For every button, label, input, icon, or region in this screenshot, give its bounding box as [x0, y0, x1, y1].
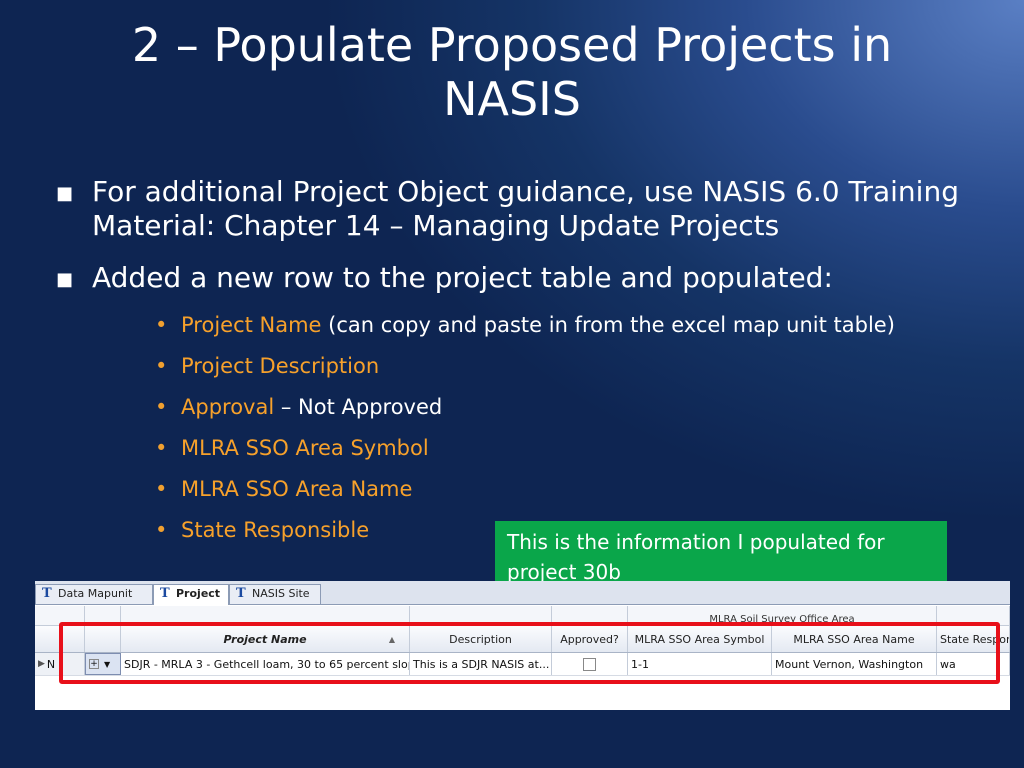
sub-bullet-item: • MLRA SSO Area Name [155, 476, 413, 502]
tab-project[interactable]: T Project [153, 584, 229, 605]
tab-label: Data Mapunit [58, 587, 133, 600]
sub-bullet-item: • Project Description [155, 353, 380, 379]
tab-label: NASIS Site [252, 587, 310, 600]
slide-title: 2 – Populate Proposed Projects in NASIS [131, 18, 893, 126]
bullet-text: For additional Project Object guidance, … [92, 175, 959, 242]
sub-bullet-highlight: Approval [181, 395, 275, 419]
sub-bullet-item: • State Responsible [155, 517, 370, 543]
dot-bullet-icon: • [155, 354, 168, 378]
dot-bullet-icon: • [155, 313, 168, 337]
sub-bullet-item: • Approval – Not Approved [155, 394, 443, 420]
sub-bullet-item: • Project Name (can copy and paste in fr… [155, 312, 895, 338]
row-pointer-icon: ▶ [38, 659, 45, 669]
sub-bullet-highlight: State Responsible [181, 518, 370, 542]
highlight-box [59, 622, 1000, 684]
bullet-item: ■ For additional Project Object guidance… [56, 175, 972, 243]
dot-bullet-icon: • [155, 477, 168, 501]
sub-bullet-highlight: MLRA SSO Area Name [181, 477, 413, 501]
bullet-text: Added a new row to the project table and… [92, 261, 833, 294]
tab-label: Project [176, 587, 221, 600]
square-bullet-icon: ■ [56, 183, 74, 204]
tab-data-mapunit[interactable]: T Data Mapunit [35, 584, 153, 604]
table-icon: T [236, 586, 246, 601]
sub-bullet-text: – Not Approved [274, 395, 443, 419]
bullet-item: ■ Added a new row to the project table a… [56, 261, 972, 295]
sub-bullet-highlight: MLRA SSO Area Symbol [181, 436, 429, 460]
dot-bullet-icon: • [155, 518, 168, 542]
sub-bullet-item: • MLRA SSO Area Symbol [155, 435, 429, 461]
sub-bullet-highlight: Project Name [181, 313, 322, 337]
tab-bar: T Data Mapunit T Project T NASIS Site [35, 581, 1010, 605]
table-icon: T [42, 586, 52, 601]
dot-bullet-icon: • [155, 395, 168, 419]
tab-nasis-site[interactable]: T NASIS Site [229, 584, 321, 604]
table-icon: T [160, 586, 170, 601]
square-bullet-icon: ■ [56, 269, 74, 290]
sub-bullet-text: (can copy and paste in from the excel ma… [321, 313, 895, 337]
sub-bullet-highlight: Project Description [181, 354, 380, 378]
dot-bullet-icon: • [155, 436, 168, 460]
